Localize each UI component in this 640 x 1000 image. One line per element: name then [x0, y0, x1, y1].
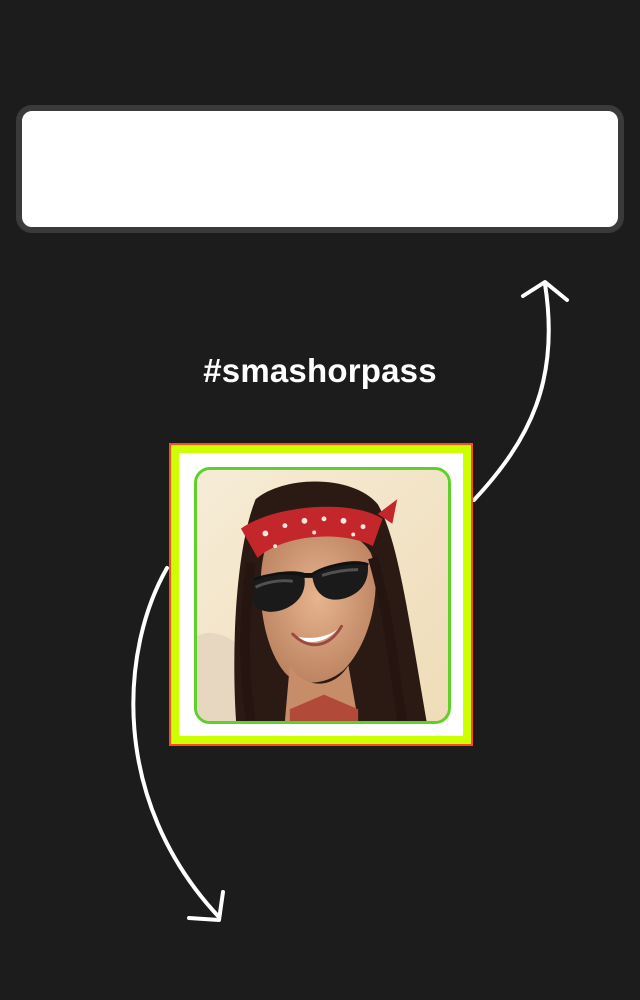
hashtag-label: #smashorpass: [203, 352, 437, 389]
portrait-image-icon: [197, 470, 448, 721]
top-banner-box[interactable]: [16, 105, 624, 233]
profile-photo[interactable]: [194, 467, 451, 724]
photo-card-inner: [179, 453, 463, 736]
app-screen: #smashorpass: [0, 0, 640, 1000]
photo-card[interactable]: [169, 443, 473, 746]
swipe-up-arrow-icon[interactable]: [472, 280, 569, 502]
